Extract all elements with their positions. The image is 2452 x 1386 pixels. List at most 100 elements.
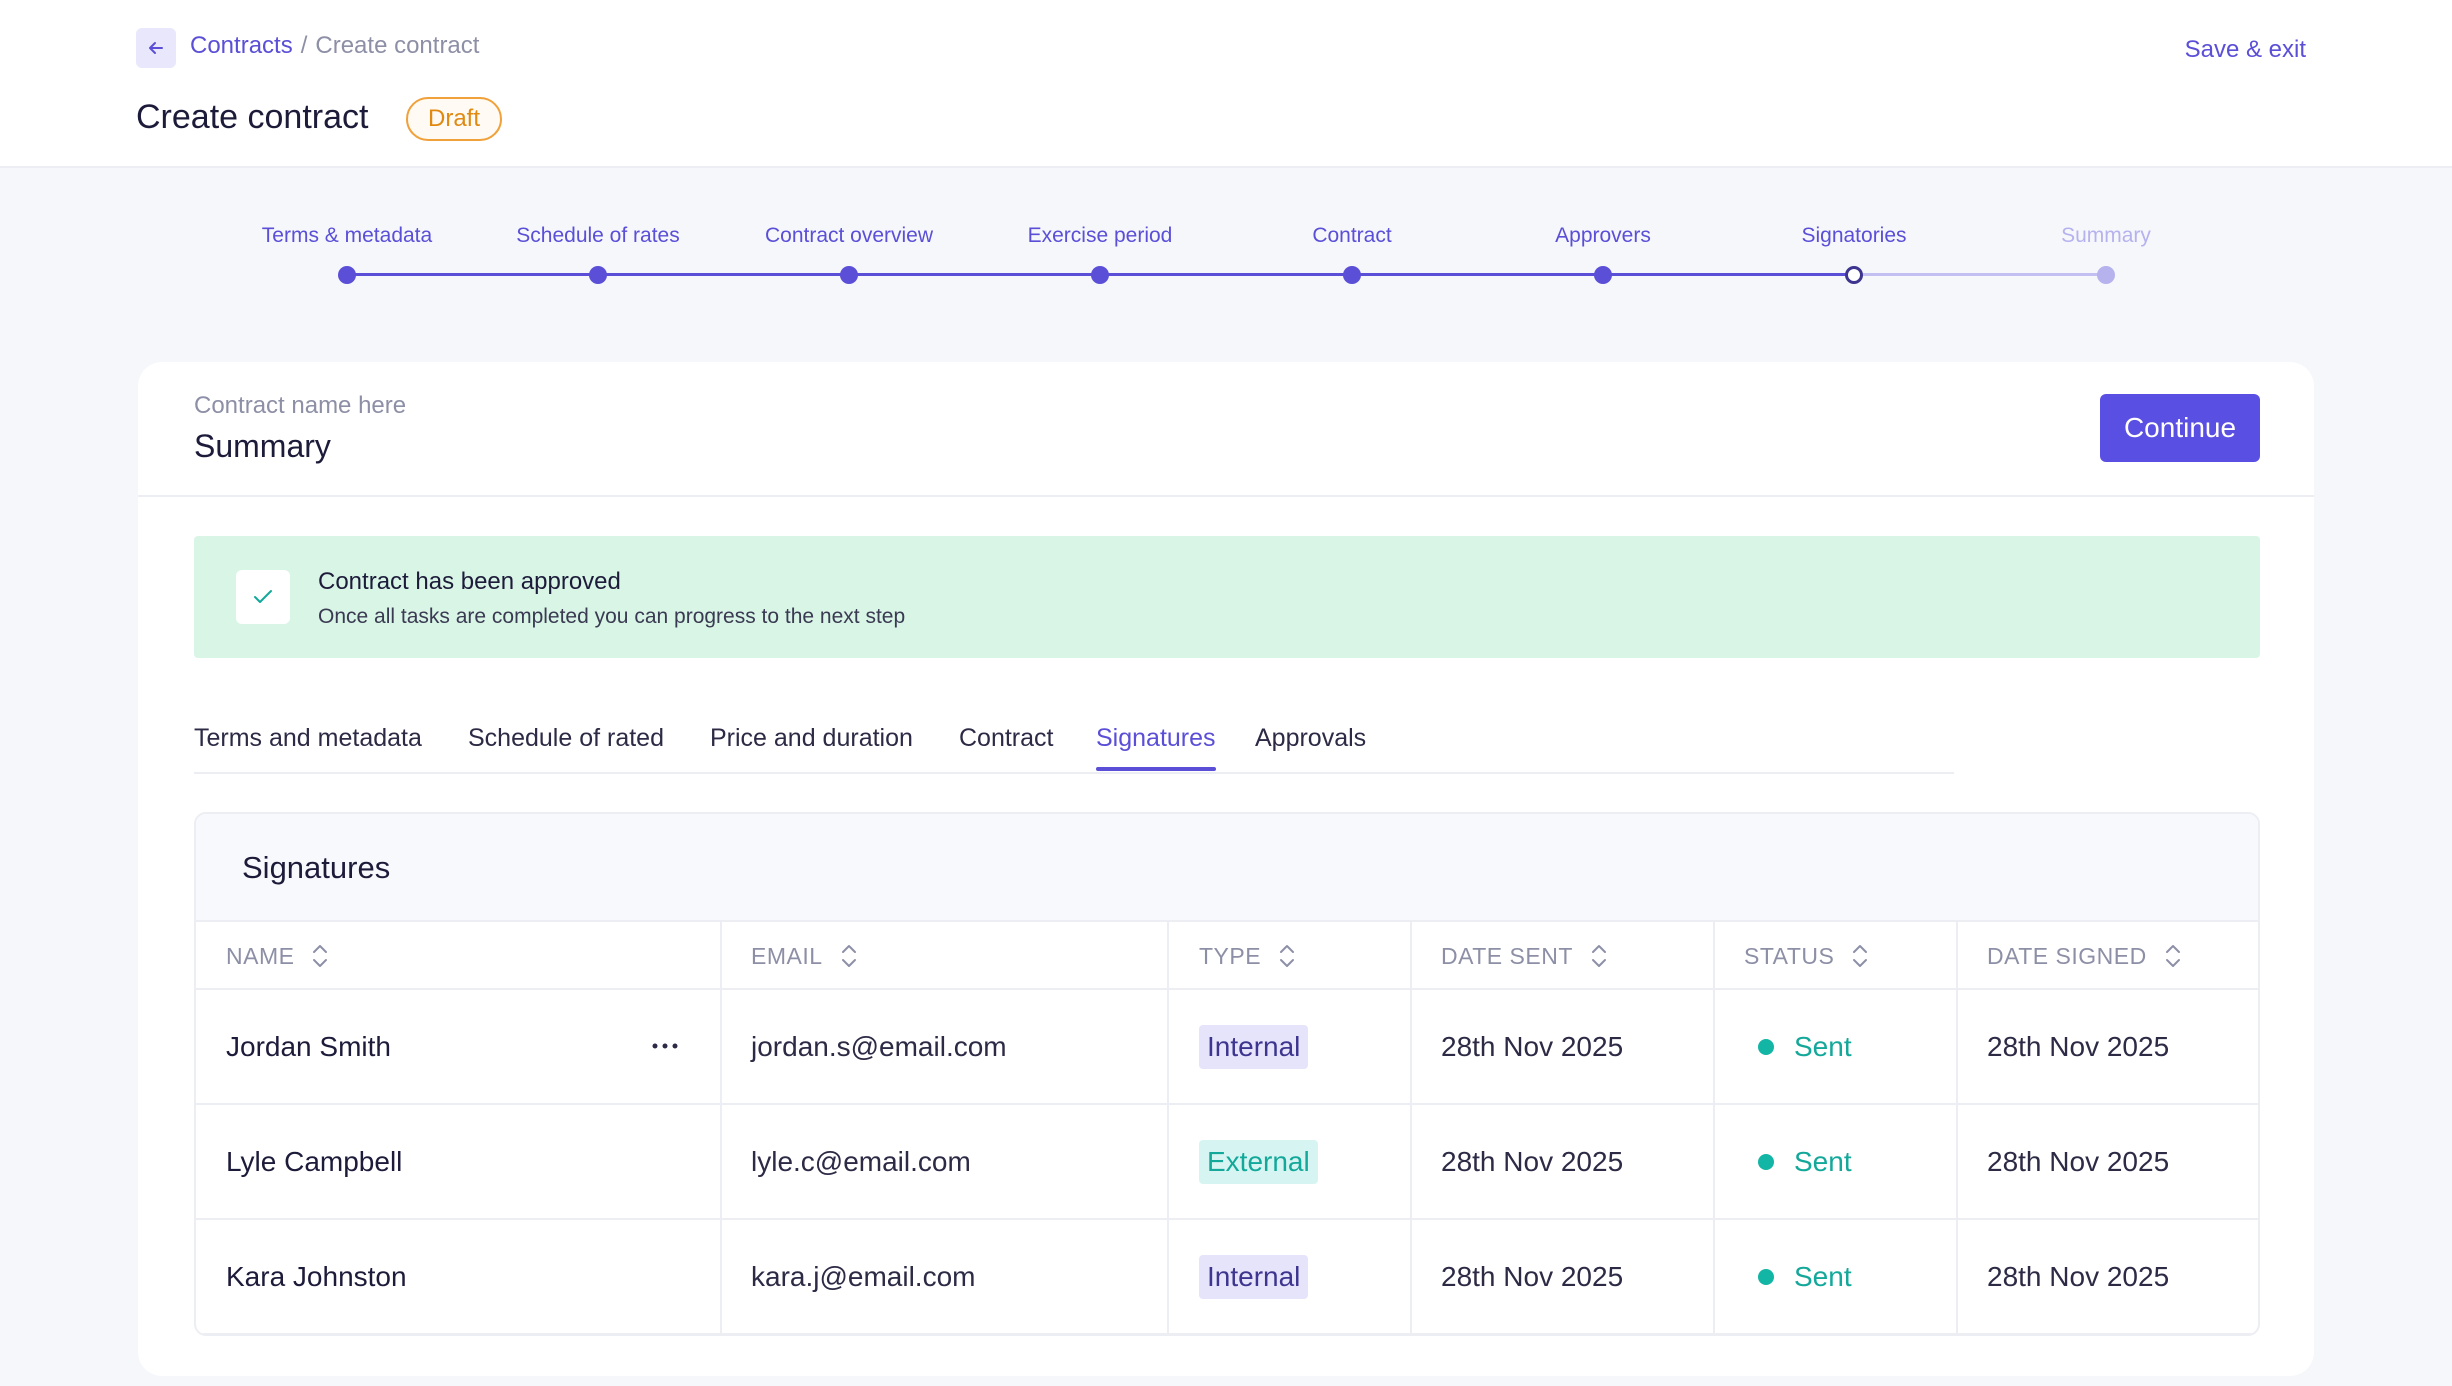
table-title: Signatures	[242, 850, 391, 885]
stepper-line-remaining	[1854, 273, 2106, 276]
table-row[interactable]: Lyle Campbell lyle.c@email.com External …	[196, 1105, 2258, 1220]
page-title: Create contract	[136, 98, 369, 136]
sort-icon	[1280, 945, 1295, 967]
tab-terms-and-metadata[interactable]: Terms and metadata	[194, 724, 422, 753]
tab-schedule-of-rated[interactable]: Schedule of rated	[468, 724, 664, 753]
type-badge: Internal	[1199, 1254, 1309, 1299]
cell-status: Sent	[1758, 1220, 1852, 1333]
step-label: Approvers	[1555, 224, 1651, 247]
active-tab-indicator	[1096, 767, 1216, 771]
back-button[interactable]	[136, 28, 176, 68]
breadcrumb-current: Create contract	[315, 32, 480, 59]
column-header-label: DATE SIGNED	[1987, 942, 2147, 969]
cell-type: Internal	[1199, 1220, 1309, 1333]
card-divider	[138, 495, 2314, 497]
contract-name: Contract name here	[194, 392, 407, 419]
cell-email: kara.j@email.com	[751, 1260, 976, 1292]
cell-date-sent: 28th Nov 2025	[1441, 1145, 1624, 1177]
cell-email: jordan.s@email.com	[751, 1030, 1007, 1062]
step-label: Terms & metadata	[261, 224, 433, 247]
tab-signatures[interactable]: Signatures	[1096, 724, 1216, 753]
tab-approvals[interactable]: Approvals	[1255, 724, 1366, 753]
cell-name: Jordan Smith	[226, 1030, 391, 1062]
continue-button[interactable]: Continue	[2100, 394, 2260, 462]
step-exercise-period[interactable]: Exercise period	[970, 224, 1230, 284]
step-terms-metadata[interactable]: Terms & metadata	[217, 224, 477, 284]
breadcrumb: Contracts / Create contract	[190, 32, 479, 60]
table-header-area: Signatures	[196, 814, 2258, 922]
status-label: Sent	[1794, 1260, 1852, 1292]
status-label: Sent	[1794, 1145, 1852, 1177]
table-row[interactable]: Jordan Smith jordan.s@email.com Internal…	[196, 990, 2258, 1105]
approval-alert: Contract has been approved Once all task…	[194, 536, 2260, 658]
step-approvers[interactable]: Approvers	[1473, 224, 1733, 284]
step-dot	[1343, 266, 1361, 284]
column-header-name[interactable]: NAME	[226, 922, 328, 990]
step-dot	[589, 266, 607, 284]
step-contract-overview[interactable]: Contract overview	[719, 224, 979, 284]
signatures-table: Signatures NAME EMAIL TYPE DATE SENT STA…	[194, 812, 2260, 1336]
cell-date-sent: 28th Nov 2025	[1441, 1260, 1624, 1292]
table-column-headers: NAME EMAIL TYPE DATE SENT STATUS DATE SI…	[196, 922, 2258, 990]
step-label: Signatories	[1801, 224, 1907, 247]
table-row[interactable]: Kara Johnston kara.j@email.com Internal …	[196, 1220, 2258, 1334]
step-dot	[1091, 266, 1109, 284]
cell-type: External	[1199, 1105, 1318, 1218]
cell-name: Kara Johnston	[226, 1260, 407, 1292]
cell-date-signed: 28th Nov 2025	[1987, 1260, 2170, 1292]
step-label: Contract overview	[764, 224, 934, 247]
sort-icon	[1853, 945, 1868, 967]
column-header-date-sent[interactable]: DATE SENT	[1441, 922, 1607, 990]
column-header-label: NAME	[226, 942, 295, 969]
breadcrumb-contracts-link[interactable]: Contracts	[190, 32, 293, 60]
step-dot	[1594, 266, 1612, 284]
step-contract[interactable]: Contract	[1222, 224, 1482, 284]
summary-card: Contract name here Summary Continue Cont…	[138, 362, 2314, 1376]
column-header-date-signed[interactable]: DATE SIGNED	[1987, 922, 2181, 990]
column-header-status[interactable]: STATUS	[1744, 922, 1868, 990]
sort-icon	[1591, 945, 1606, 967]
top-header: Contracts / Create contract Create contr…	[0, 0, 2452, 168]
cell-date-sent: 28th Nov 2025	[1441, 1030, 1624, 1062]
column-header-label: STATUS	[1744, 942, 1835, 969]
summary-tabs: Terms and metadata Schedule of rated Pri…	[194, 702, 1954, 774]
status-dot-icon	[1758, 1038, 1774, 1055]
step-label: Exercise period	[1027, 224, 1173, 247]
save-exit-link[interactable]: Save & exit	[2185, 36, 2306, 64]
status-dot-icon	[1758, 1153, 1774, 1170]
status-badge: Draft	[406, 97, 503, 141]
sort-icon	[313, 945, 328, 967]
tab-contract[interactable]: Contract	[959, 724, 1053, 753]
status-label: Sent	[1794, 1030, 1852, 1062]
arrow-left-icon	[149, 42, 163, 54]
more-options-icon[interactable]	[644, 1028, 686, 1064]
column-header-label: DATE SENT	[1441, 942, 1573, 969]
step-signatories[interactable]: Signatories	[1724, 224, 1984, 284]
column-header-label: EMAIL	[751, 942, 823, 969]
type-badge: Internal	[1199, 1024, 1309, 1069]
step-label: Summary	[2061, 224, 2151, 247]
step-summary[interactable]: Summary	[1976, 224, 2236, 284]
column-header-type[interactable]: TYPE	[1199, 922, 1295, 990]
column-header-email[interactable]: EMAIL	[751, 922, 857, 990]
check-icon	[236, 570, 290, 624]
breadcrumb-separator: /	[300, 32, 308, 59]
step-label: Contract	[1312, 224, 1392, 247]
cell-name: Lyle Campbell	[226, 1145, 403, 1177]
column-header-label: TYPE	[1199, 942, 1262, 969]
progress-stepper: Terms & metadata Schedule of rates Contr…	[0, 168, 2452, 358]
type-badge: External	[1199, 1139, 1318, 1184]
cell-type: Internal	[1199, 990, 1309, 1103]
sort-icon	[2165, 945, 2180, 967]
step-schedule-of-rates[interactable]: Schedule of rates	[468, 224, 728, 284]
card-title: Summary	[194, 428, 331, 464]
tab-price-and-duration[interactable]: Price and duration	[710, 724, 913, 753]
step-dot-current	[1845, 266, 1863, 284]
alert-text: Once all tasks are completed you can pro…	[318, 605, 906, 628]
step-dot	[338, 266, 356, 284]
step-label: Schedule of rates	[516, 224, 680, 247]
cell-status: Sent	[1758, 1105, 1852, 1218]
cell-date-signed: 28th Nov 2025	[1987, 1030, 2170, 1062]
alert-title: Contract has been approved	[318, 568, 621, 595]
step-dot	[840, 266, 858, 284]
